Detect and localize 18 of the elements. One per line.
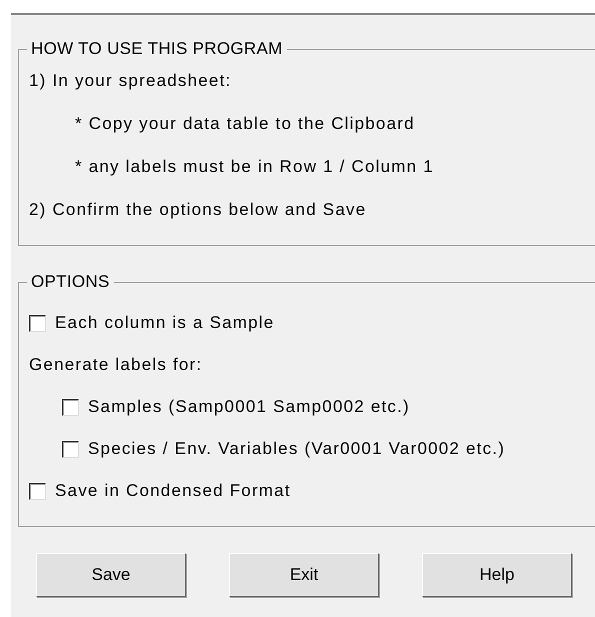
dialog-button[interactable]: Save	[36, 553, 186, 597]
checkbox-label[interactable]: Species / Env. Variables (Var0001 Var0002 etc.)	[88, 439, 506, 459]
dialog-button[interactable]: Exit	[229, 553, 379, 597]
instruction-text: 1) In your spreadsheet:	[29, 70, 232, 92]
dialog-button[interactable]: Help	[422, 553, 572, 597]
instruction-text: * any labels must be in Row 1 / Column 1	[74, 156, 435, 178]
checkbox[interactable]	[62, 398, 79, 416]
section-label: Generate labels for:	[29, 354, 204, 376]
checkbox[interactable]	[29, 314, 46, 332]
group-title: HOW TO USE THIS PROGRAM	[30, 39, 284, 59]
instruction-text: * Copy your data table to the Clipboard	[74, 112, 416, 134]
instruction-text: 2) Confirm the options below and Save	[29, 198, 368, 220]
checkbox-label[interactable]: Each column is a Sample	[55, 313, 274, 333]
checkbox[interactable]	[29, 482, 46, 500]
checkbox-label[interactable]: Save in Condensed Format	[55, 481, 291, 501]
group-title: OPTIONS	[30, 272, 111, 292]
checkbox[interactable]	[62, 440, 79, 458]
checkbox-label[interactable]: Samples (Samp0001 Samp0002 etc.)	[88, 397, 410, 417]
